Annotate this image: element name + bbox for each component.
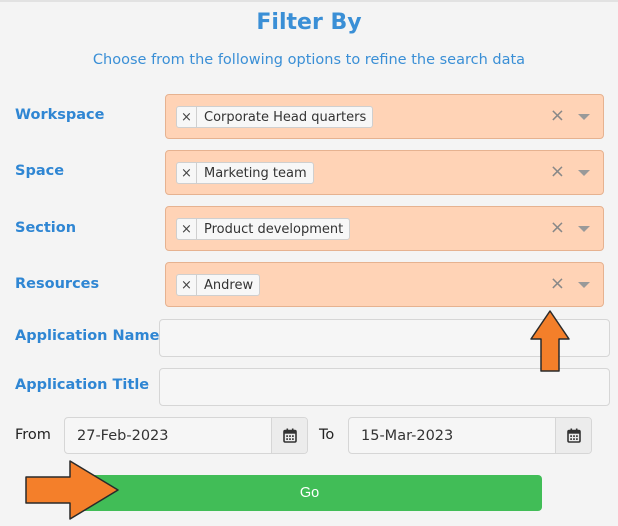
resources-tag: × Andrew [176, 274, 261, 296]
workspace-select[interactable]: × Corporate Head quarters × [165, 94, 604, 139]
to-date-group [348, 417, 592, 454]
go-button[interactable]: Go [77, 475, 542, 511]
section-tag: × Product development [176, 218, 351, 240]
space-tag-remove-icon[interactable]: × [177, 163, 197, 183]
from-label: From [15, 427, 51, 443]
right-arrow-annotation-icon [25, 460, 119, 520]
space-tag: × Marketing team [176, 162, 314, 184]
section-tag-remove-icon[interactable]: × [177, 219, 197, 239]
up-arrow-annotation-icon [530, 310, 570, 372]
calendar-icon [282, 428, 297, 443]
space-clear-icon[interactable]: × [550, 162, 565, 182]
resources-select[interactable]: × Andrew × [165, 262, 604, 307]
application-title-input[interactable] [159, 368, 610, 406]
from-date-group [64, 417, 308, 454]
resources-tag-remove-icon[interactable]: × [177, 275, 197, 295]
application-name-label: Application Name [15, 328, 160, 344]
space-label: Space [15, 163, 65, 179]
section-select[interactable]: × Product development × [165, 206, 604, 251]
resources-clear-icon[interactable]: × [550, 274, 565, 294]
resources-chevron-down-icon[interactable] [578, 282, 590, 288]
section-chevron-down-icon[interactable] [578, 226, 590, 232]
space-chevron-down-icon[interactable] [578, 170, 590, 176]
resources-label: Resources [15, 276, 100, 292]
workspace-clear-icon[interactable]: × [550, 106, 565, 126]
resources-tag-label: Andrew [204, 277, 254, 293]
section-clear-icon[interactable]: × [550, 218, 565, 238]
workspace-label: Workspace [15, 107, 105, 123]
workspace-tag-remove-icon[interactable]: × [177, 107, 197, 127]
application-title-label: Application Title [15, 377, 150, 393]
space-select[interactable]: × Marketing team × [165, 150, 604, 195]
workspace-tag-label: Corporate Head quarters [204, 109, 367, 125]
calendar-icon [566, 428, 581, 443]
space-tag-label: Marketing team [204, 165, 307, 181]
workspace-tag: × Corporate Head quarters [176, 106, 374, 128]
section-label: Section [15, 220, 77, 236]
page-title: Filter By [256, 10, 362, 35]
workspace-chevron-down-icon[interactable] [578, 114, 590, 120]
from-calendar-button[interactable] [271, 418, 307, 453]
from-date-input[interactable] [65, 418, 271, 453]
to-calendar-button[interactable] [555, 418, 591, 453]
page-subtitle: Choose from the following options to ref… [92, 52, 526, 68]
to-label: To [319, 427, 335, 443]
to-date-input[interactable] [349, 418, 555, 453]
section-tag-label: Product development [204, 221, 344, 237]
